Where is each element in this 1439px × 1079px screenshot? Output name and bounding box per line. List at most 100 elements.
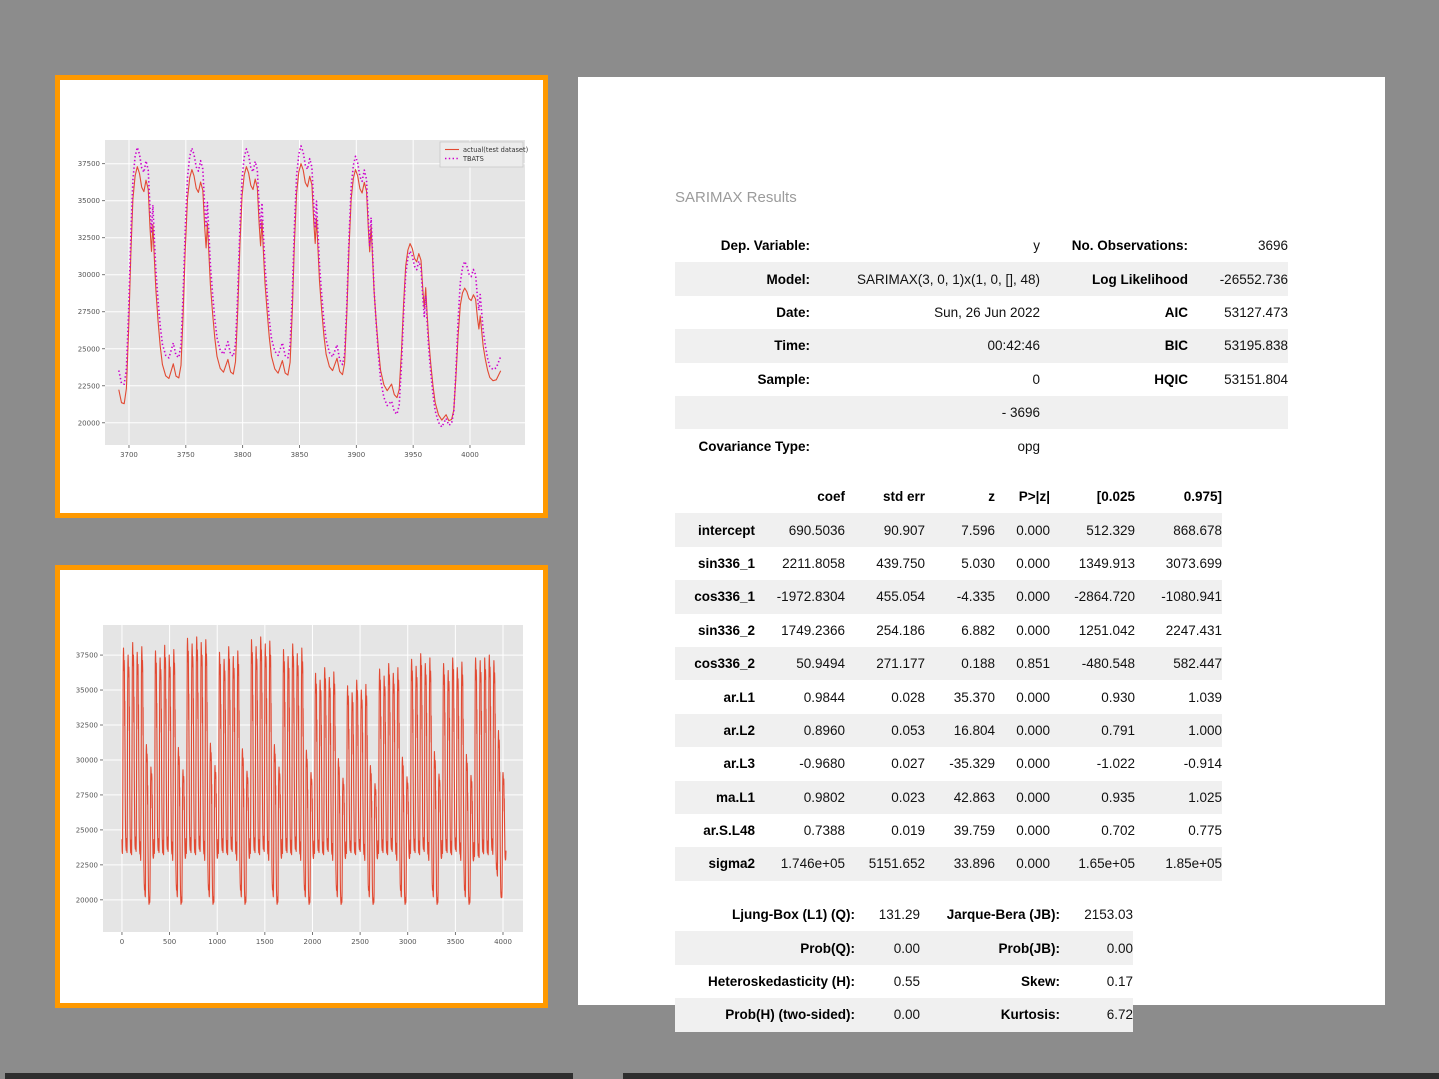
- x-tick-label: 3500: [446, 938, 464, 946]
- y-tick-label: 22500: [76, 861, 98, 869]
- table-cell: z: [925, 480, 995, 513]
- table-cell: Sample:: [675, 363, 810, 396]
- x-tick-label: 2000: [304, 938, 322, 946]
- table-cell: SARIMAX(3, 0, 1)x(1, 0, [], 48): [810, 262, 1040, 295]
- table-cell: 1.65e+05: [1050, 847, 1135, 880]
- table-row: coefstd errzP>|z|[0.0250.975]: [675, 480, 1222, 513]
- table-row: Prob(Q):0.00Prob(JB):0.00: [675, 931, 1133, 964]
- background-window-edge-right[interactable]: [623, 1073, 1439, 1079]
- y-tick-label: 27500: [78, 308, 100, 316]
- table-cell: 0.975]: [1135, 480, 1222, 513]
- table-cell: -26552.736: [1188, 262, 1288, 295]
- table-cell: [1188, 396, 1288, 429]
- table-cell: 1.025: [1135, 781, 1222, 814]
- table-cell: Model:: [675, 262, 810, 295]
- x-tick-label: 3750: [177, 451, 195, 459]
- table-cell: -1.022: [1050, 747, 1135, 780]
- table-row: cos336_1-1972.8304455.054-4.3350.000-286…: [675, 580, 1222, 613]
- table-cell: std err: [845, 480, 925, 513]
- table-cell: 0.00: [855, 931, 920, 964]
- table-cell: 5151.652: [845, 847, 925, 880]
- table-cell: ar.L2: [675, 714, 755, 747]
- table-cell: 3073.699: [1135, 547, 1222, 580]
- table-cell: No. Observations:: [1040, 229, 1188, 262]
- table-cell: sin336_1: [675, 547, 755, 580]
- table-cell: cos336_2: [675, 647, 755, 680]
- table-cell: 2211.8058: [755, 547, 845, 580]
- table-cell: HQIC: [1040, 363, 1188, 396]
- table-row: Date:Sun, 26 Jun 2022AIC53127.473: [675, 296, 1288, 329]
- table-cell: [1040, 429, 1188, 462]
- y-tick-label: 30000: [76, 756, 98, 764]
- y-tick-label: 25000: [76, 826, 98, 834]
- table-row: sin336_21749.2366254.1866.8820.0001251.0…: [675, 614, 1222, 647]
- table-cell: -1972.8304: [755, 580, 845, 613]
- table-cell: 0.7388: [755, 814, 845, 847]
- x-tick-label: 3800: [234, 451, 252, 459]
- table-cell: 39.759: [925, 814, 995, 847]
- full-series-chart-panel: 0500100015002000250030003500400020000225…: [55, 565, 548, 1008]
- table-cell: 0.00: [855, 998, 920, 1031]
- table-cell: 1.039: [1135, 680, 1222, 713]
- table-cell: 42.863: [925, 781, 995, 814]
- y-tick-label: 37500: [76, 652, 98, 660]
- table-cell: 0.775: [1135, 814, 1222, 847]
- table-cell: Log Likelihood: [1040, 262, 1188, 295]
- table-cell: ma.L1: [675, 781, 755, 814]
- table-cell: 1251.042: [1050, 614, 1135, 647]
- y-tick-label: 27500: [76, 791, 98, 799]
- table-cell: [0.025: [1050, 480, 1135, 513]
- table-cell: 1.746e+05: [755, 847, 845, 880]
- table-cell: 690.5036: [755, 513, 845, 546]
- table-cell: 0.000: [995, 847, 1050, 880]
- table-row: - 3696: [675, 396, 1288, 429]
- table-row: ma.L10.98020.02342.8630.0000.9351.025: [675, 781, 1222, 814]
- table-cell: 6.882: [925, 614, 995, 647]
- table-cell: 0.053: [845, 714, 925, 747]
- table-cell: Covariance Type:: [675, 429, 810, 462]
- table-cell: 1.85e+05: [1135, 847, 1222, 880]
- x-tick-label: 1000: [208, 938, 226, 946]
- background-window-edge-left[interactable]: [5, 1073, 573, 1079]
- forecast-chart: 3700375038003850390039504000200002250025…: [60, 80, 543, 513]
- diagnostics-table: Ljung-Box (L1) (Q):131.29Jarque-Bera (JB…: [675, 898, 1133, 1032]
- table-cell: 0.027: [845, 747, 925, 780]
- table-cell: 0.000: [995, 747, 1050, 780]
- x-tick-label: 3850: [291, 451, 309, 459]
- table-cell: 271.177: [845, 647, 925, 680]
- table-cell: 0.851: [995, 647, 1050, 680]
- table-row: sin336_12211.8058439.7505.0300.0001349.9…: [675, 547, 1222, 580]
- table-cell: AIC: [1040, 296, 1188, 329]
- x-tick-label: 3950: [404, 451, 422, 459]
- table-cell: -4.335: [925, 580, 995, 613]
- table-cell: 0.000: [995, 547, 1050, 580]
- y-tick-label: 32500: [78, 234, 100, 242]
- table-cell: -0.914: [1135, 747, 1222, 780]
- table-row: ar.S.L480.73880.01939.7590.0000.7020.775: [675, 814, 1222, 847]
- table-row: intercept690.503690.9077.5960.000512.329…: [675, 513, 1222, 546]
- table-cell: - 3696: [810, 396, 1040, 429]
- x-tick-label: 4000: [494, 938, 512, 946]
- table-row: Model:SARIMAX(3, 0, 1)x(1, 0, [], 48)Log…: [675, 262, 1288, 295]
- table-cell: -35.329: [925, 747, 995, 780]
- table-cell: ar.S.L48: [675, 814, 755, 847]
- forecast-chart-panel: 3700375038003850390039504000200002250025…: [55, 75, 548, 518]
- table-cell: BIC: [1040, 329, 1188, 362]
- table-cell: 0.8960: [755, 714, 845, 747]
- table-cell: Skew:: [920, 965, 1060, 998]
- table-cell: 0.000: [995, 781, 1050, 814]
- table-cell: Dep. Variable:: [675, 229, 810, 262]
- table-cell: 5.030: [925, 547, 995, 580]
- table-cell: 0.000: [995, 614, 1050, 647]
- x-tick-label: 3000: [399, 938, 417, 946]
- table-cell: 6.72: [1060, 998, 1133, 1031]
- y-tick-label: 25000: [78, 345, 100, 353]
- table-cell: ar.L3: [675, 747, 755, 780]
- table-cell: Jarque-Bera (JB):: [920, 898, 1060, 931]
- table-cell: 16.804: [925, 714, 995, 747]
- table-cell: 0.019: [845, 814, 925, 847]
- table-cell: 35.370: [925, 680, 995, 713]
- table-cell: 0.188: [925, 647, 995, 680]
- table-cell: Prob(Q):: [675, 931, 855, 964]
- table-cell: 582.447: [1135, 647, 1222, 680]
